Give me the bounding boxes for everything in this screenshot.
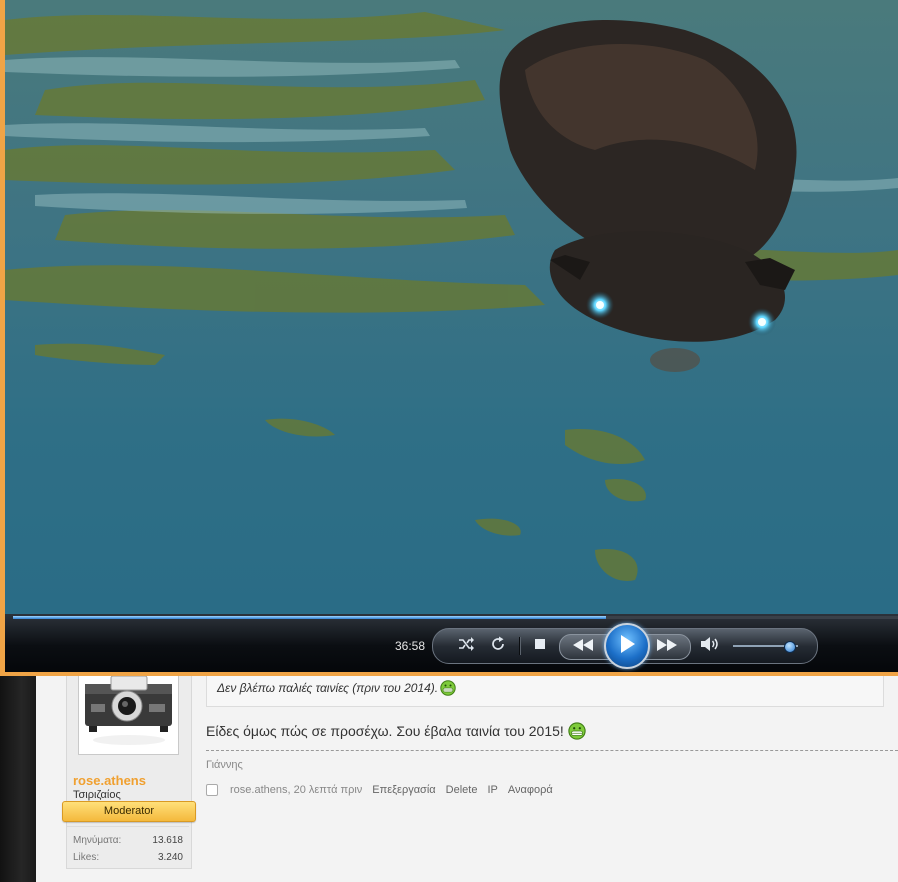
role-badge: Moderator bbox=[62, 801, 196, 822]
transport-controls bbox=[432, 623, 818, 669]
grin-smiley-icon bbox=[440, 680, 456, 696]
edit-link[interactable]: Επεξεργασία bbox=[372, 784, 435, 796]
avatar[interactable] bbox=[78, 670, 179, 755]
video-frame[interactable] bbox=[5, 0, 898, 614]
next-icon bbox=[656, 638, 678, 657]
signature-divider bbox=[206, 750, 898, 751]
stat-value: 3.240 bbox=[157, 852, 183, 863]
post-message: Είδες όμως πώς σε προσέχω. Σου έβαλα ται… bbox=[206, 722, 586, 740]
seek-progress bbox=[13, 616, 606, 619]
signature: Γιάννης bbox=[206, 759, 243, 771]
repeat-icon bbox=[490, 636, 506, 657]
volume-button[interactable] bbox=[699, 636, 721, 656]
quote-body: Δεν βλέπω παλιές ταινίες (πριν του 2014)… bbox=[217, 681, 439, 695]
username-link[interactable]: rose.athens bbox=[73, 773, 146, 788]
shuffle-icon bbox=[457, 636, 475, 657]
grin-smiley-icon bbox=[568, 722, 586, 740]
play-icon bbox=[617, 633, 637, 660]
player-controls-bar: 36:58 bbox=[5, 614, 898, 672]
previous-icon bbox=[572, 638, 594, 657]
stop-button[interactable] bbox=[531, 637, 549, 655]
repeat-button[interactable] bbox=[487, 635, 509, 657]
stop-icon bbox=[534, 637, 546, 655]
quote-text: Δεν βλέπω παλιές ταινίες (πριν του 2014)… bbox=[217, 680, 456, 696]
volume-knob[interactable] bbox=[783, 641, 796, 653]
post-meta: rose.athens, 20 λεπτά πριν Επεξεργασία D… bbox=[206, 782, 553, 798]
ip-link[interactable]: IP bbox=[487, 784, 497, 796]
previous-button[interactable] bbox=[570, 638, 596, 656]
next-button[interactable] bbox=[654, 638, 680, 656]
stat-likes: Likes: 3.240 bbox=[73, 852, 183, 866]
forum-page: rose.athens Τσιριζαίος Moderator Μηνύματ… bbox=[0, 670, 898, 882]
delete-link[interactable]: Delete bbox=[446, 784, 478, 796]
forum-post: rose.athens Τσιριζαίος Moderator Μηνύματ… bbox=[36, 670, 898, 882]
user-card: rose.athens Τσιριζαίος Moderator Μηνύματ… bbox=[62, 670, 196, 869]
user-stats: Μηνύματα: 13.618 Likes: 3.240 bbox=[67, 826, 189, 869]
stat-label: Μηνύματα: bbox=[73, 835, 122, 846]
elapsed-time: 36:58 bbox=[395, 639, 426, 653]
report-link[interactable]: Αναφορά bbox=[508, 784, 553, 796]
media-player-window: 36:58 bbox=[0, 0, 898, 676]
seek-bar[interactable] bbox=[13, 616, 898, 619]
post-author-time[interactable]: rose.athens, 20 λεπτά πριν bbox=[230, 784, 362, 796]
user-title: Τσιριζαίος bbox=[73, 789, 121, 801]
play-button[interactable] bbox=[604, 623, 650, 669]
control-separator bbox=[519, 637, 521, 655]
shuffle-button[interactable] bbox=[455, 635, 477, 657]
volume-slider[interactable] bbox=[733, 641, 798, 653]
message-text: Είδες όμως πώς σε προσέχω. Σου έβαλα ται… bbox=[206, 723, 564, 739]
volume-icon bbox=[700, 636, 720, 657]
page-left-strip bbox=[0, 670, 36, 882]
stat-messages: Μηνύματα: 13.618 bbox=[73, 835, 183, 849]
select-post-checkbox[interactable] bbox=[206, 784, 218, 796]
stat-value[interactable]: 13.618 bbox=[152, 835, 183, 846]
stat-label: Likes: bbox=[73, 852, 100, 863]
